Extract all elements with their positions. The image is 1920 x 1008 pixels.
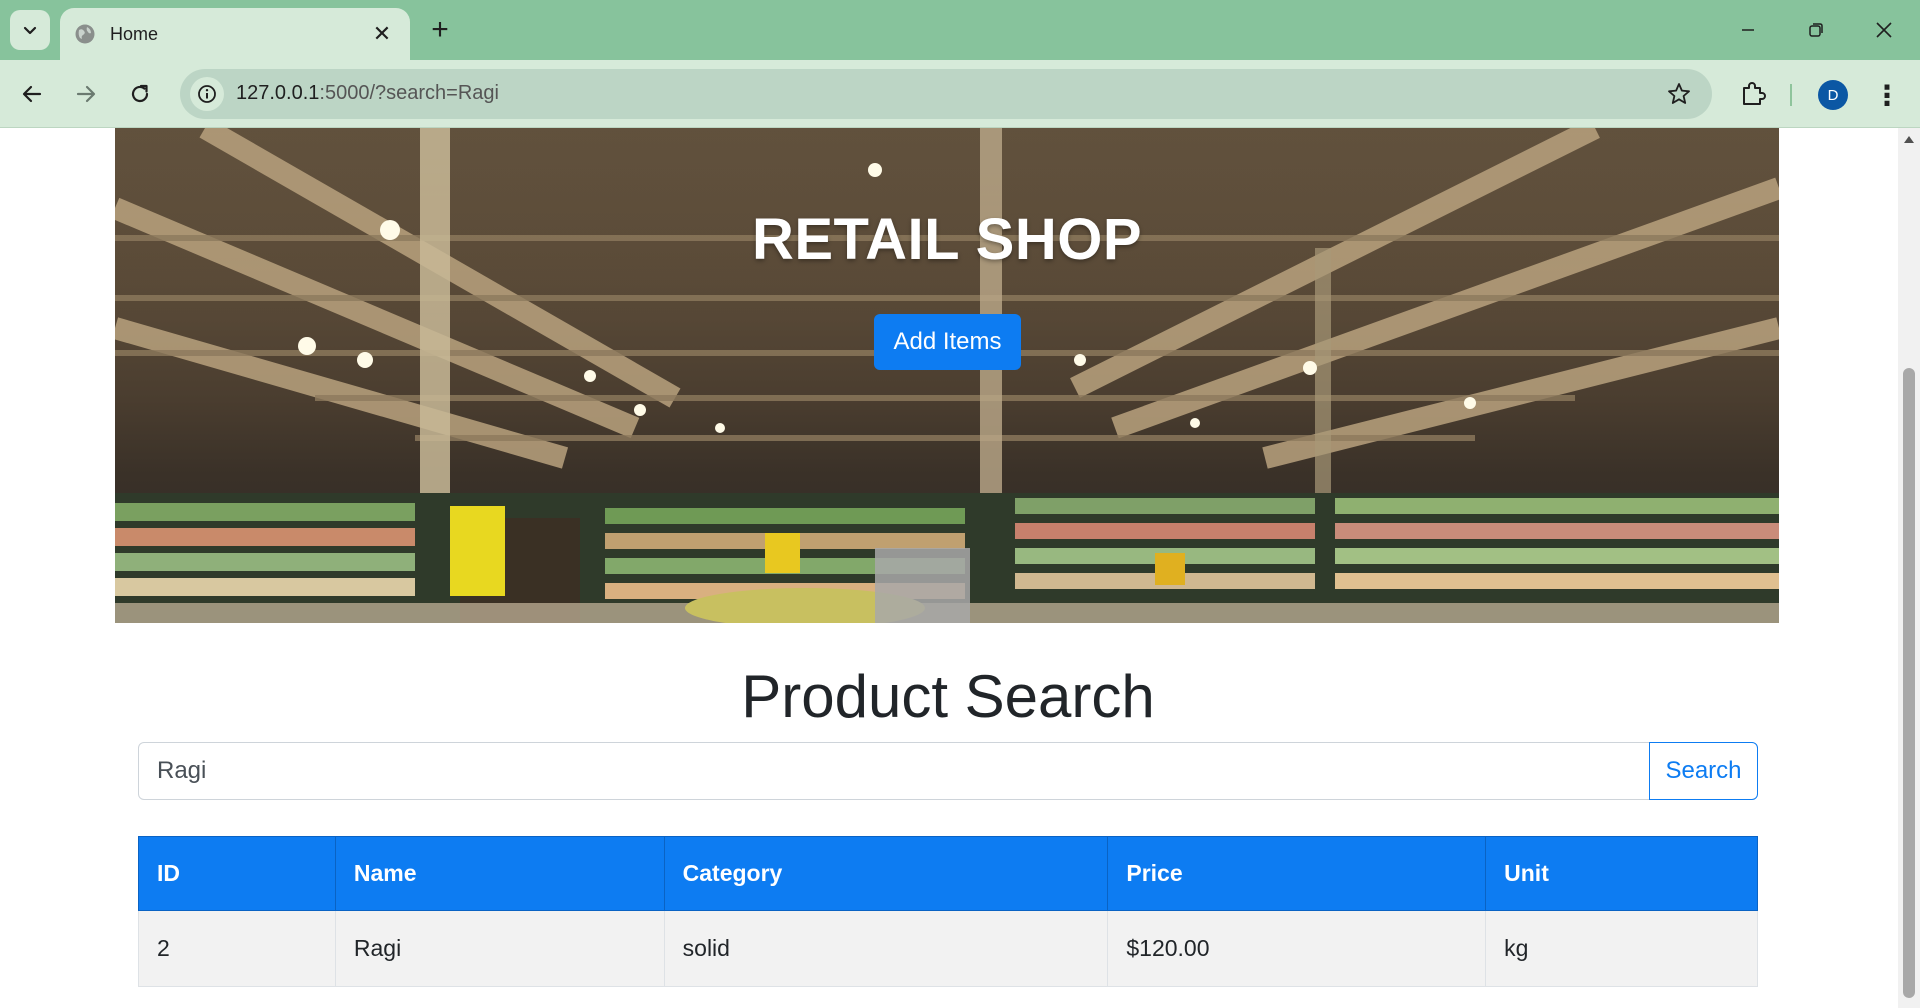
column-header-price: Price	[1107, 836, 1487, 911]
globe-icon	[75, 24, 95, 44]
table-header-row: ID Name Category Price Unit	[138, 836, 1758, 911]
column-header-unit: Unit	[1485, 836, 1758, 911]
info-icon	[198, 85, 216, 103]
toolbar-divider	[1790, 84, 1792, 106]
restore-icon	[1809, 23, 1823, 37]
reload-button[interactable]	[120, 74, 160, 114]
cell-name: Ragi	[334, 910, 665, 987]
supermarket-image	[115, 128, 1779, 623]
reload-icon	[131, 84, 149, 103]
cell-category: solid	[663, 910, 1109, 987]
browser-toolbar: 127.0.0.1:5000/?search=Ragi	[0, 60, 1920, 128]
profile-avatar[interactable]: D	[1818, 80, 1848, 110]
new-tab-button[interactable]: +	[422, 12, 458, 48]
browser-tab-home[interactable]: Home ✕	[60, 8, 410, 60]
product-search-heading: Product Search	[741, 663, 1155, 730]
close-window-button[interactable]	[1856, 8, 1912, 52]
page-viewport: RETAIL SHOP Add Items Product Search Sea…	[0, 128, 1920, 1008]
site-info-button[interactable]	[190, 77, 224, 111]
close-tab-icon[interactable]: ✕	[368, 20, 396, 48]
cell-price: $120.00	[1107, 910, 1487, 987]
extensions-icon[interactable]	[1736, 78, 1770, 112]
restore-button[interactable]	[1788, 8, 1844, 52]
hero-banner: RETAIL SHOP Add Items	[115, 128, 1779, 623]
minimize-button[interactable]	[1720, 8, 1776, 52]
cell-id: 2	[138, 910, 336, 987]
url-text: 127.0.0.1:5000/?search=Ragi	[236, 82, 499, 105]
browser-menu-icon[interactable]: ⋮	[1872, 78, 1902, 112]
search-input[interactable]	[138, 742, 1650, 800]
bookmark-star-icon[interactable]	[1666, 81, 1692, 107]
column-header-id: ID	[138, 836, 336, 911]
browser-tab-bar: Home ✕ +	[0, 0, 1920, 60]
tab-search-button[interactable]	[10, 10, 50, 50]
close-icon	[1876, 22, 1892, 38]
hero-title: RETAIL SHOP	[751, 207, 1143, 272]
url-host: 127.0.0.1	[236, 82, 320, 104]
results-table: ID Name Category Price Unit 2 Ragi solid…	[138, 836, 1758, 987]
cell-unit: kg	[1485, 910, 1758, 987]
search-form: Search	[138, 742, 1758, 800]
minimize-icon	[1742, 29, 1754, 31]
back-button[interactable]	[12, 74, 52, 114]
arrow-right-icon	[76, 85, 96, 103]
scroll-up-arrow-icon[interactable]	[1904, 136, 1914, 143]
column-header-category: Category	[663, 836, 1109, 911]
page-scrollbar[interactable]	[1898, 128, 1920, 1008]
chevron-down-icon	[23, 26, 37, 35]
column-header-name: Name	[334, 836, 665, 911]
scrollbar-thumb[interactable]	[1903, 368, 1915, 998]
table-row: 2 Ragi solid $120.00 kg	[138, 910, 1758, 987]
arrow-left-icon	[22, 85, 42, 103]
url-path: :5000/?search=Ragi	[319, 82, 499, 104]
tab-title: Home	[110, 23, 159, 44]
search-button[interactable]: Search	[1649, 742, 1758, 800]
forward-button[interactable]	[66, 74, 106, 114]
address-bar[interactable]: 127.0.0.1:5000/?search=Ragi	[180, 69, 1712, 119]
add-items-button[interactable]: Add Items	[874, 314, 1021, 370]
